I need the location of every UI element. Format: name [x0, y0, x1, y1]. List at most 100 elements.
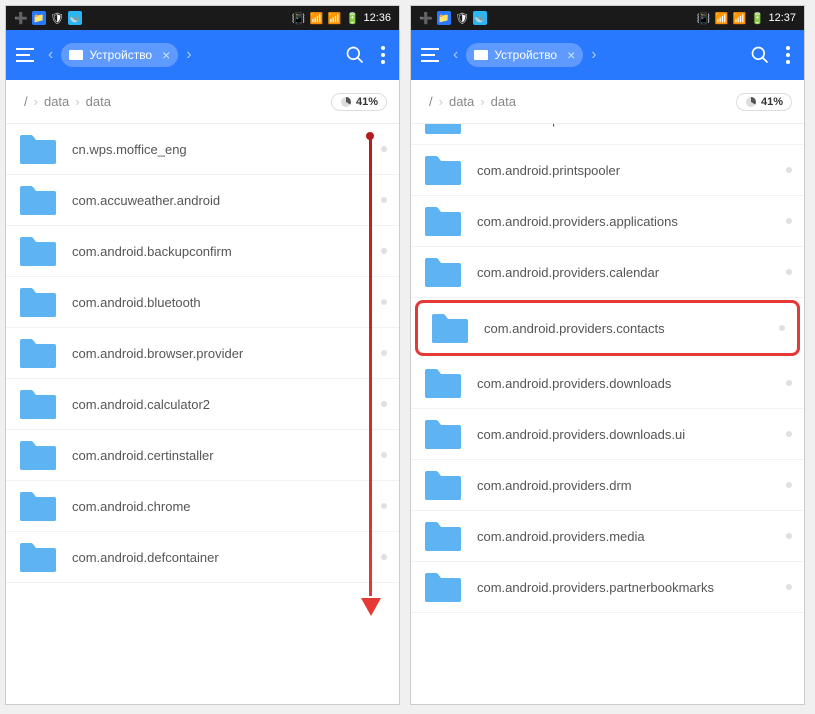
search-button[interactable]: [746, 41, 774, 69]
close-icon[interactable]: ×: [567, 47, 575, 63]
list-item[interactable]: cn.wps.moffice_eng: [6, 124, 399, 175]
list-item[interactable]: com.android.browser.provider: [6, 328, 399, 379]
options-dot-icon[interactable]: [381, 401, 387, 407]
storage-badge[interactable]: 41%: [331, 93, 387, 111]
options-dot-icon[interactable]: [381, 299, 387, 305]
options-dot-icon[interactable]: [381, 452, 387, 458]
plus-icon: ➕: [419, 11, 433, 25]
tab-next-icon[interactable]: ›: [186, 46, 191, 64]
breadcrumb-item[interactable]: data: [80, 94, 117, 109]
phone-right: ➕ 📁 🛡 🐋 📳 📶 📶 🔋 12:37 ‹ Устройство × ›: [410, 5, 805, 705]
options-dot-icon[interactable]: [786, 380, 792, 386]
file-name: com.android.providers.downloads.ui: [477, 427, 786, 442]
file-name: com.android.browser.provider: [72, 346, 381, 361]
breadcrumb-item[interactable]: /: [18, 94, 34, 109]
pie-icon: [745, 96, 757, 108]
battery-icon: 🔋: [345, 11, 359, 25]
folder-icon: [423, 468, 463, 502]
folder-icon: [18, 234, 58, 268]
options-dot-icon[interactable]: [786, 218, 792, 224]
location-tab[interactable]: Устройство ×: [61, 43, 178, 67]
options-dot-icon[interactable]: [786, 167, 792, 173]
whale-icon: 🐋: [473, 11, 487, 25]
breadcrumb-item[interactable]: data: [38, 94, 75, 109]
options-dot-icon[interactable]: [786, 533, 792, 539]
options-dot-icon[interactable]: [779, 325, 785, 331]
list-item[interactable]: com.android.providers.downloads.ui: [411, 409, 804, 460]
list-item[interactable]: com.android.providers.calendar: [411, 247, 804, 298]
breadcrumb-item[interactable]: /: [423, 94, 439, 109]
more-button[interactable]: [782, 42, 794, 68]
shield-icon: 🛡: [50, 11, 64, 25]
menu-button[interactable]: [421, 43, 445, 67]
options-dot-icon[interactable]: [381, 350, 387, 356]
location-tab[interactable]: Устройство ×: [466, 43, 583, 67]
breadcrumb: / › data › data 41%: [411, 80, 804, 124]
status-bar: ➕ 📁 🛡 🐋 📳 📶 📶 🔋 12:37: [411, 6, 804, 30]
folder-icon: [423, 255, 463, 289]
more-icon: [381, 46, 385, 64]
list-item[interactable]: com.android.backupconfirm: [6, 226, 399, 277]
options-dot-icon[interactable]: [786, 584, 792, 590]
file-list[interactable]: com.android.phone com.android.printspoole…: [411, 124, 804, 704]
status-time: 12:37: [768, 12, 796, 24]
options-dot-icon[interactable]: [381, 554, 387, 560]
signal-icon: 📶: [714, 11, 728, 25]
list-item[interactable]: com.android.providers.drm: [411, 460, 804, 511]
wifi-icon: 📶: [732, 11, 746, 25]
options-dot-icon[interactable]: [381, 197, 387, 203]
search-button[interactable]: [341, 41, 369, 69]
tab-prev-icon[interactable]: ‹: [48, 46, 53, 64]
list-item[interactable]: com.accuweather.android: [6, 175, 399, 226]
signal-icon: 📶: [309, 11, 323, 25]
tab-next-icon[interactable]: ›: [591, 46, 596, 64]
file-name: com.android.providers.applications: [477, 214, 786, 229]
list-item[interactable]: com.android.providers.media: [411, 511, 804, 562]
options-dot-icon[interactable]: [381, 503, 387, 509]
list-item[interactable]: com.android.chrome: [6, 481, 399, 532]
device-icon: [69, 50, 83, 60]
file-name: com.android.providers.partnerbookmarks: [477, 580, 786, 595]
options-dot-icon[interactable]: [381, 248, 387, 254]
folder-icon: [423, 204, 463, 238]
options-dot-icon[interactable]: [786, 269, 792, 275]
list-item[interactable]: com.android.certinstaller: [6, 430, 399, 481]
more-icon: [786, 46, 790, 64]
folder-icon: [18, 132, 58, 166]
list-item[interactable]: com.android.phone: [411, 124, 804, 145]
list-item[interactable]: com.android.defcontainer: [6, 532, 399, 583]
list-item[interactable]: com.android.providers.partnerbookmarks: [411, 562, 804, 613]
folder-icon: [18, 183, 58, 217]
folder-icon: [18, 489, 58, 523]
list-item[interactable]: com.android.bluetooth: [6, 277, 399, 328]
file-name: cn.wps.moffice_eng: [72, 142, 381, 157]
options-dot-icon[interactable]: [381, 146, 387, 152]
folder-icon: [18, 336, 58, 370]
more-button[interactable]: [377, 42, 389, 68]
options-dot-icon[interactable]: [786, 482, 792, 488]
app-bar: ‹ Устройство × ›: [6, 30, 399, 80]
close-icon[interactable]: ×: [162, 47, 170, 63]
file-name: com.android.phone: [477, 124, 786, 127]
file-name: com.android.chrome: [72, 499, 381, 514]
file-name: com.android.calculator2: [72, 397, 381, 412]
folder-icon: [18, 438, 58, 472]
list-item[interactable]: com.android.calculator2: [6, 379, 399, 430]
app-icon: 📁: [32, 11, 46, 25]
folder-icon: [423, 366, 463, 400]
folder-icon: [423, 417, 463, 451]
file-name: com.android.certinstaller: [72, 448, 381, 463]
breadcrumb: / › data › data 41%: [6, 80, 399, 124]
storage-badge[interactable]: 41%: [736, 93, 792, 111]
list-item[interactable]: com.android.providers.contacts: [415, 300, 800, 356]
list-item[interactable]: com.android.providers.downloads: [411, 358, 804, 409]
options-dot-icon[interactable]: [786, 431, 792, 437]
breadcrumb-item[interactable]: data: [443, 94, 480, 109]
tab-label: Устройство: [494, 48, 557, 62]
breadcrumb-item[interactable]: data: [485, 94, 522, 109]
file-list[interactable]: cn.wps.moffice_eng com.accuweather.androi…: [6, 124, 399, 704]
list-item[interactable]: com.android.printspooler: [411, 145, 804, 196]
tab-prev-icon[interactable]: ‹: [453, 46, 458, 64]
menu-button[interactable]: [16, 43, 40, 67]
list-item[interactable]: com.android.providers.applications: [411, 196, 804, 247]
